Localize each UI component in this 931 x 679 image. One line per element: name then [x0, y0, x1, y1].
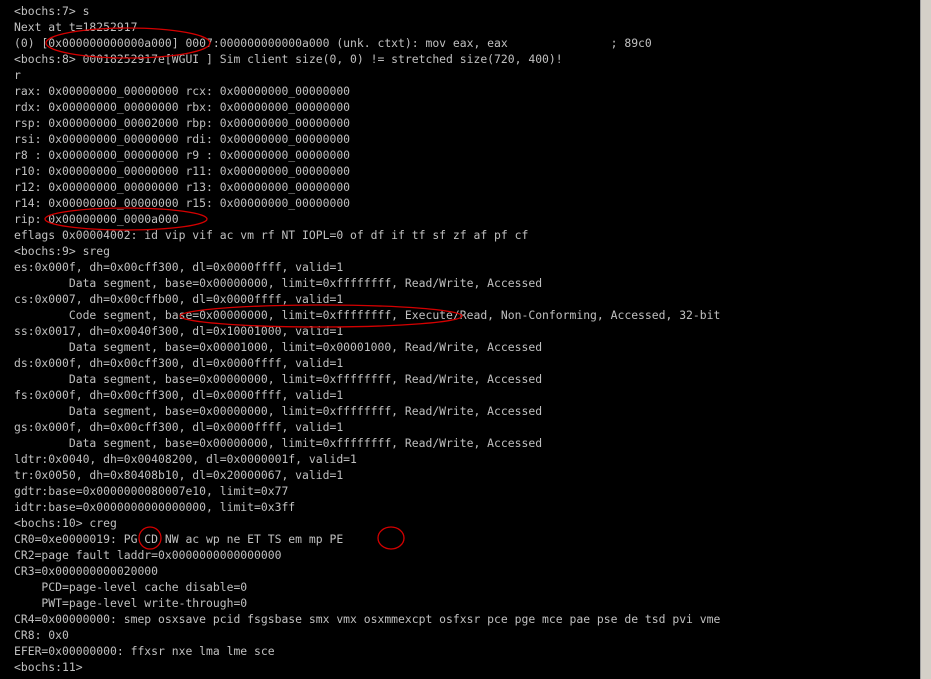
- console-line: Next at t=18252917: [14, 20, 138, 34]
- console-prompt-line[interactable]: <bochs:11>: [14, 659, 720, 675]
- console-line: r12: 0x00000000_00000000 r13: 0x00000000…: [14, 180, 351, 194]
- console-line: CR0=0xe0000019: PG CD NW ac wp ne ET TS …: [14, 532, 344, 546]
- console-line: ss:0x0017, dh=0x0040f300, dl=0x10001000,…: [14, 324, 344, 338]
- console-line: EFER=0x00000000: ffxsr nxe lma lme sce: [14, 644, 275, 658]
- console-line: Data segment, base=0x00000000, limit=0xf…: [14, 436, 543, 450]
- console-output: <bochs:7> s Next at t=18252917 (0) [0x00…: [14, 3, 720, 675]
- console-line: tr:0x0050, dh=0x80408b10, dl=0x20000067,…: [14, 468, 344, 482]
- console-line: eflags 0x00004002: id vip vif ac vm rf N…: [14, 228, 529, 242]
- console-line: rip: 0x00000000_0000a000: [14, 212, 179, 226]
- console-line: ds:0x000f, dh=0x00cff300, dl=0x0000ffff,…: [14, 356, 344, 370]
- console-line: CR8: 0x0: [14, 628, 69, 642]
- console-line: rsp: 0x00000000_00002000 rbp: 0x00000000…: [14, 116, 351, 130]
- console-line: idtr:base=0x0000000000000000, limit=0x3f…: [14, 500, 296, 514]
- console-line: cs:0x0007, dh=0x00cffb00, dl=0x0000ffff,…: [14, 292, 344, 306]
- console-line: <bochs:7> s: [14, 4, 90, 18]
- console-line: CR3=0x000000000020000: [14, 564, 159, 578]
- console-line: rdx: 0x00000000_00000000 rbx: 0x00000000…: [14, 100, 351, 114]
- console-line: (0) [0x000000000000a000] 0007:0000000000…: [14, 36, 652, 50]
- console-line: r10: 0x00000000_00000000 r11: 0x00000000…: [14, 164, 351, 178]
- console-line: fs:0x000f, dh=0x00cff300, dl=0x0000ffff,…: [14, 388, 344, 402]
- console-line: Code segment, base=0x00000000, limit=0xf…: [14, 308, 721, 322]
- console-line: <bochs:9> sreg: [14, 244, 111, 258]
- console-line: rsi: 0x00000000_00000000 rdi: 0x00000000…: [14, 132, 351, 146]
- console-line: r14: 0x00000000_00000000 r15: 0x00000000…: [14, 196, 351, 210]
- console-line: es:0x000f, dh=0x00cff300, dl=0x0000ffff,…: [14, 260, 344, 274]
- console-line: ldtr:0x0040, dh=0x00408200, dl=0x0000001…: [14, 452, 357, 466]
- vertical-scrollbar[interactable]: [920, 0, 931, 679]
- console-line: Data segment, base=0x00000000, limit=0xf…: [14, 372, 543, 386]
- console-line: r8 : 0x00000000_00000000 r9 : 0x00000000…: [14, 148, 351, 162]
- console-line: Data segment, base=0x00000000, limit=0xf…: [14, 276, 543, 290]
- console-line: gs:0x000f, dh=0x00cff300, dl=0x0000ffff,…: [14, 420, 344, 434]
- console-line: Data segment, base=0x00001000, limit=0x0…: [14, 340, 543, 354]
- console-line: <bochs:8> 00018252917e[WGUI ] Sim client…: [14, 52, 563, 66]
- console-line: CR4=0x00000000: smep osxsave pcid fsgsba…: [14, 612, 721, 626]
- console-line: Data segment, base=0x00000000, limit=0xf…: [14, 404, 543, 418]
- console-line: PCD=page-level cache disable=0: [14, 580, 248, 594]
- console-line: <bochs:10> creg: [14, 516, 117, 530]
- console-line: rax: 0x00000000_00000000 rcx: 0x00000000…: [14, 84, 351, 98]
- console-line: gdtr:base=0x0000000080007e10, limit=0x77: [14, 484, 289, 498]
- bochs-debugger-console[interactable]: <bochs:7> s Next at t=18252917 (0) [0x00…: [0, 0, 920, 679]
- console-line: r: [14, 68, 21, 82]
- console-line: PWT=page-level write-through=0: [14, 596, 248, 610]
- console-line: CR2=page fault laddr=0x0000000000000000: [14, 548, 282, 562]
